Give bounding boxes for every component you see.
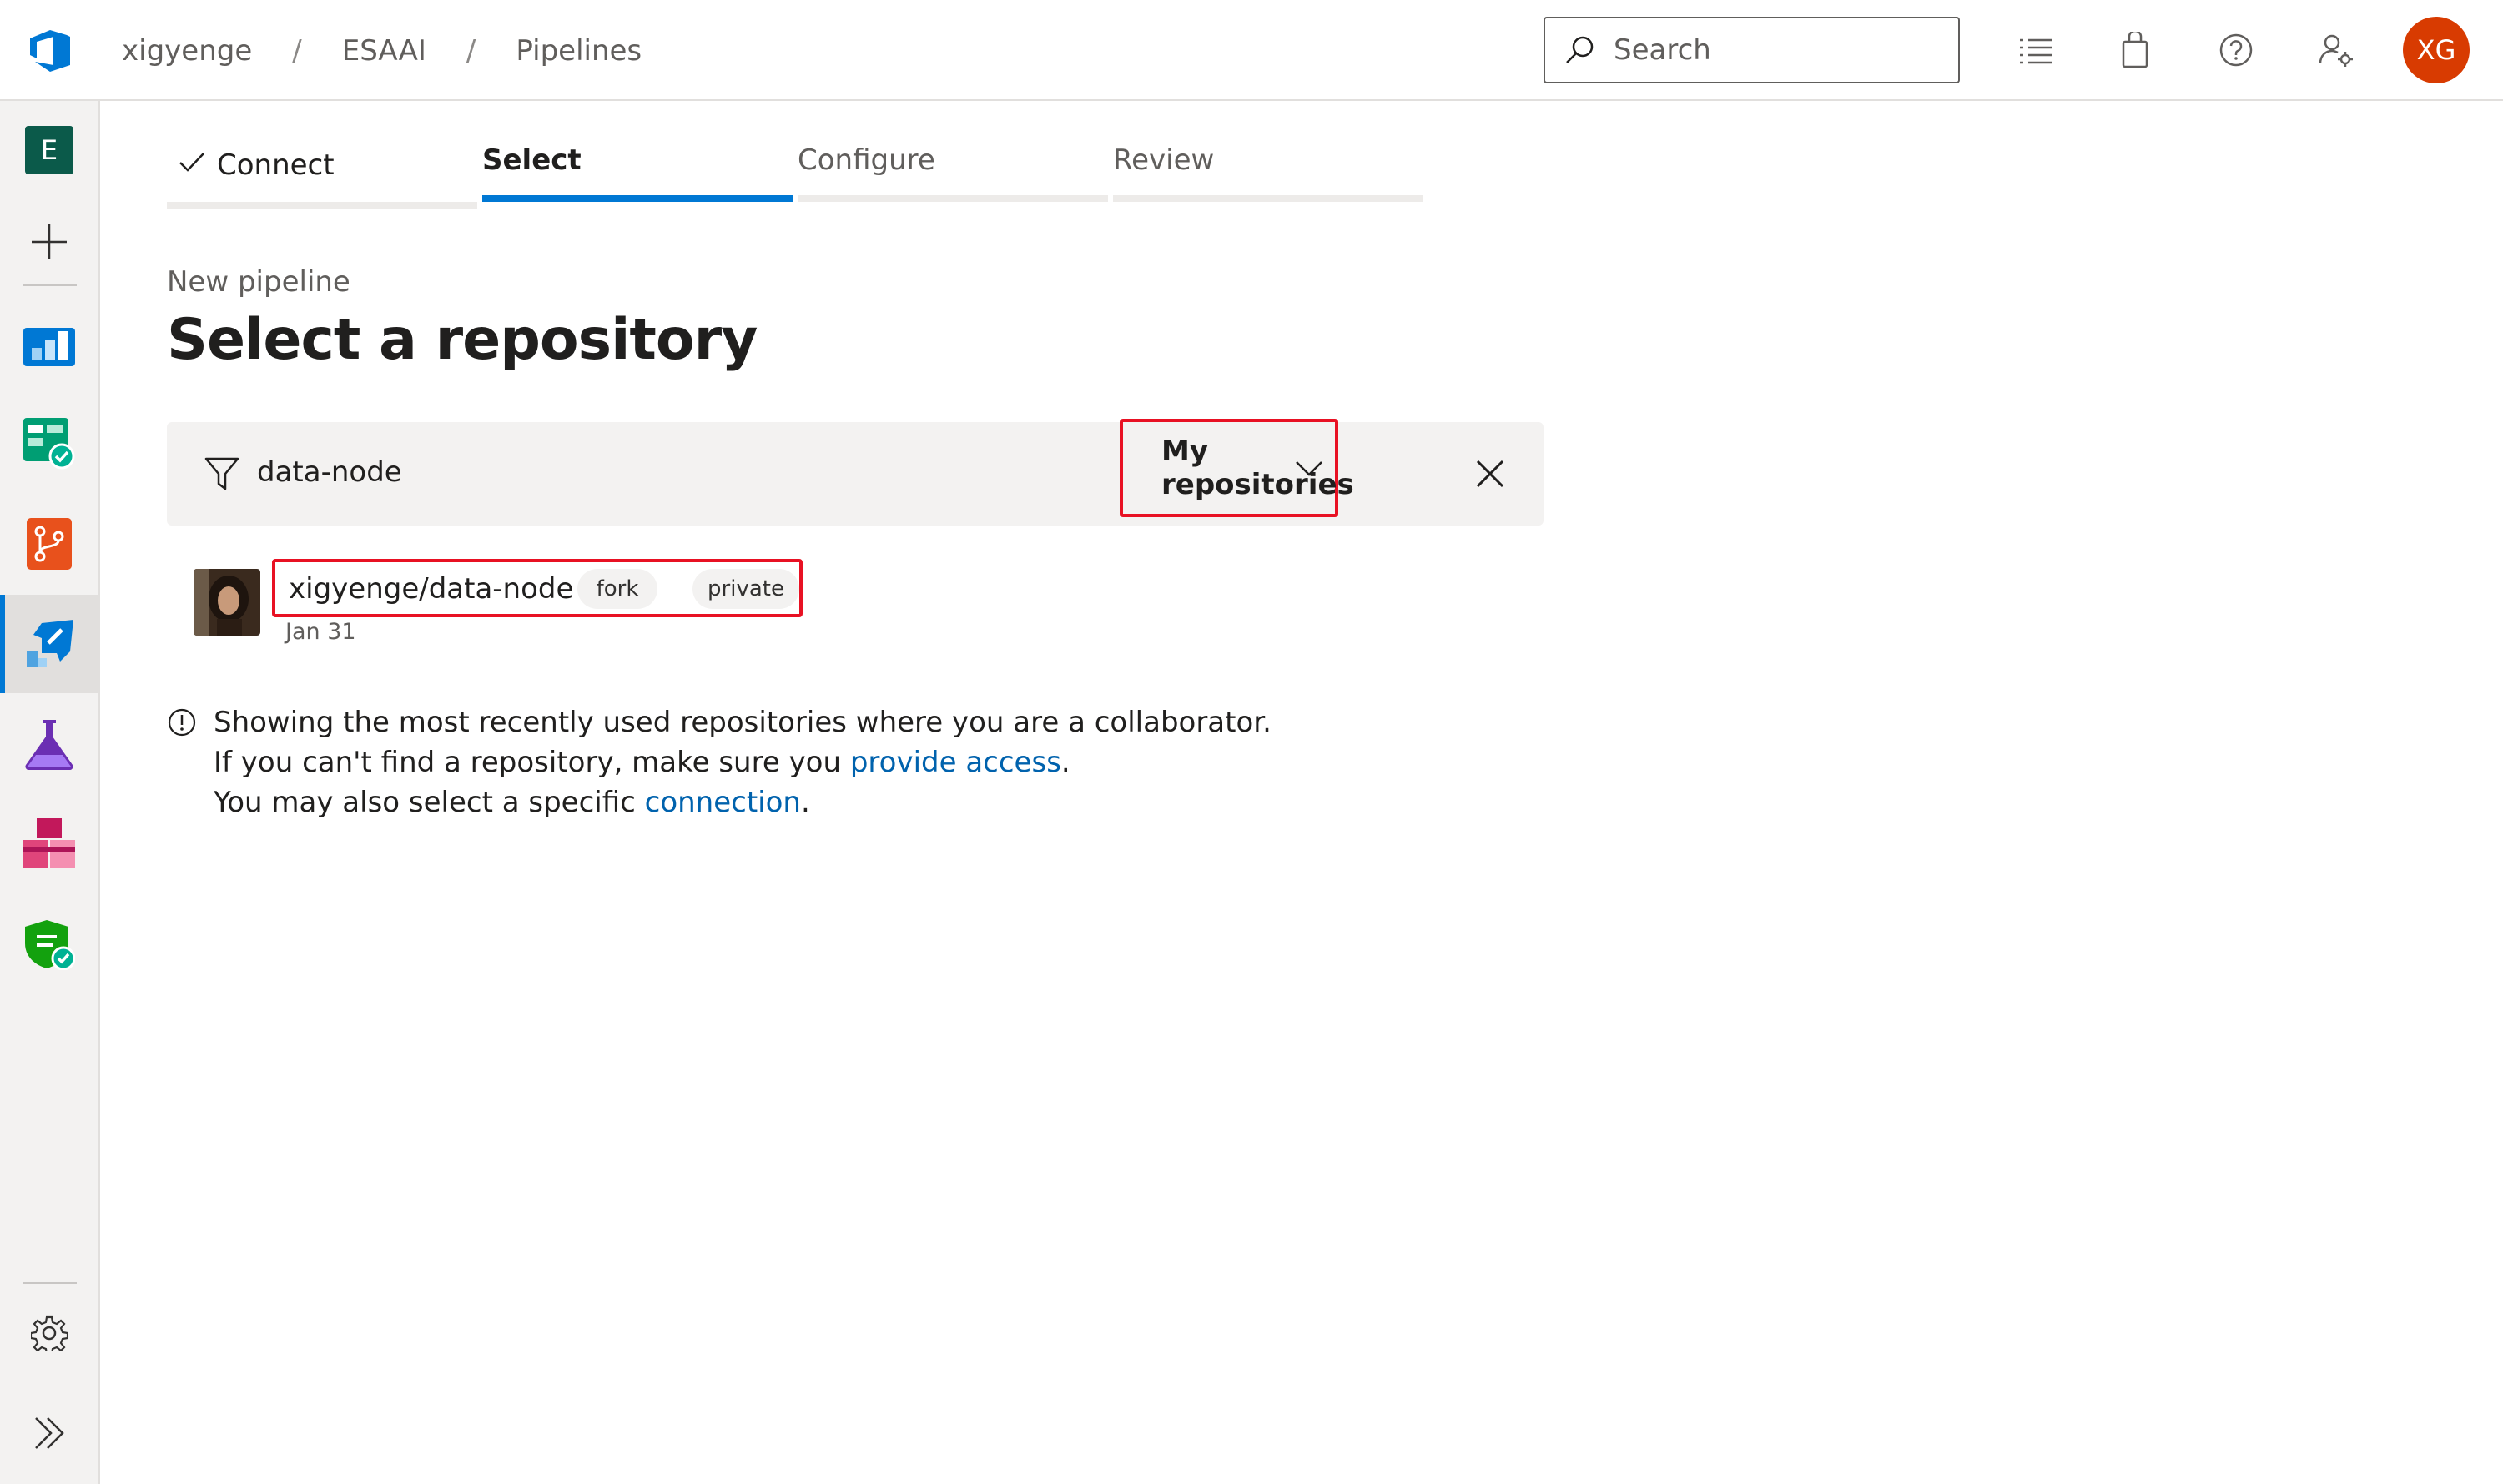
overview-icon (23, 328, 75, 366)
project-settings-button[interactable] (0, 1284, 98, 1382)
step-progress-bar (1113, 195, 1423, 202)
search-box[interactable] (1544, 17, 1960, 83)
azure-devops-logo-icon[interactable] (25, 25, 75, 75)
repository-filter-bar: data-node My repositories (167, 419, 1544, 526)
repo-owner-avatar (194, 569, 260, 636)
pipelines-icon (27, 620, 73, 667)
test-plans-icon (25, 720, 73, 770)
step-label: Select (482, 143, 582, 177)
clear-filter-button[interactable] (1472, 455, 1508, 492)
boards-icon (23, 418, 75, 470)
search-input[interactable] (1612, 33, 1941, 68)
gear-icon (31, 1315, 68, 1351)
step-progress-bar (167, 202, 477, 209)
close-icon (1476, 460, 1504, 488)
step-progress-bar (482, 195, 793, 202)
expand-rail-button[interactable] (0, 1384, 98, 1482)
security-icon (25, 920, 75, 970)
artifacts-icon (23, 818, 75, 868)
user-settings-icon[interactable] (2315, 29, 2357, 71)
checkmark-icon (179, 153, 204, 172)
left-nav-rail: E (0, 101, 100, 1484)
info-text: . (800, 786, 810, 819)
info-text: You may also select a specific (214, 786, 645, 819)
connection-link[interactable]: connection (645, 786, 801, 819)
sidebar-item-artifacts[interactable] (0, 795, 98, 893)
breadcrumb: xigyenge / ESAAI / Pipelines (122, 0, 642, 101)
user-avatar[interactable]: XG (2403, 17, 2470, 83)
page-subtitle: New pipeline (167, 265, 350, 299)
top-bar: xigyenge / ESAAI / Pipelines Search XG (0, 0, 2503, 101)
breadcrumb-page[interactable]: Pipelines (516, 34, 642, 68)
info-line-1: Showing the most recently used repositor… (214, 706, 1272, 739)
sidebar-item-boards[interactable] (0, 395, 98, 493)
sidebar-item-security[interactable] (0, 895, 98, 994)
dropdown-selected-value: My repositories (1161, 435, 1354, 501)
plus-icon (32, 224, 67, 259)
filter-icon (204, 457, 239, 490)
private-badge: private (692, 569, 799, 609)
double-chevron-icon (35, 1417, 64, 1449)
repository-scope-dropdown[interactable]: My repositories (1120, 419, 1354, 517)
breadcrumb-org[interactable]: xigyenge (122, 34, 252, 68)
info-line-3: You may also select a specific connectio… (214, 786, 810, 819)
task-list-icon[interactable] (2014, 29, 2056, 71)
repo-date: Jan 31 (285, 619, 356, 645)
info-line-2: If you can't find a repository, make sur… (214, 746, 1070, 779)
step-review[interactable]: Review (1113, 125, 1423, 202)
sidebar-item-test-plans[interactable] (0, 695, 98, 793)
repo-name[interactable]: xigyenge/data-node (289, 572, 573, 606)
step-progress-bar (798, 195, 1108, 202)
breadcrumb-project[interactable]: ESAAI (342, 34, 426, 68)
provide-access-link[interactable]: provide access (850, 746, 1061, 779)
step-label: Connect (217, 148, 335, 182)
info-icon (168, 708, 196, 737)
sidebar-item-overview[interactable] (0, 294, 98, 393)
list-item[interactable]: xigyenge/data-node fork private Jan 31 (194, 559, 861, 651)
step-select[interactable]: Select (482, 125, 793, 202)
rail-divider (23, 284, 77, 286)
step-configure[interactable]: Configure (798, 125, 1108, 202)
step-connect[interactable]: Connect (167, 125, 477, 209)
new-item-button[interactable] (0, 193, 98, 291)
help-icon[interactable] (2215, 29, 2257, 71)
sidebar-item-repos[interactable] (0, 495, 98, 593)
project-badge-icon: E (25, 126, 73, 174)
repos-icon (27, 518, 72, 570)
sidebar-item-pipelines[interactable] (0, 595, 98, 693)
breadcrumb-separator: / (466, 33, 476, 68)
step-label: Review (1113, 143, 1215, 177)
project-selector[interactable]: E (0, 101, 98, 199)
page-title: Select a repository (167, 307, 758, 373)
filter-keyword-input[interactable]: data-node (257, 455, 402, 489)
info-text: . (1060, 746, 1070, 779)
fork-badge: fork (577, 569, 657, 609)
repo-highlight[interactable]: xigyenge/data-node fork private (272, 559, 803, 617)
chevron-down-icon (1296, 461, 1322, 476)
shopping-bag-icon[interactable] (2114, 29, 2156, 71)
breadcrumb-separator: / (292, 33, 302, 68)
info-text: If you can't find a repository, make sur… (214, 746, 850, 779)
step-label: Configure (798, 143, 935, 177)
search-icon (1566, 36, 1594, 63)
